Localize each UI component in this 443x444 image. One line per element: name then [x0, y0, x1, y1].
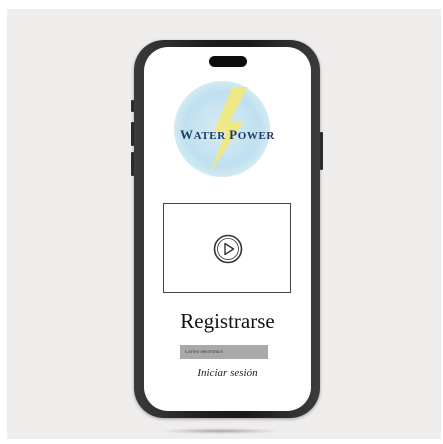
play-circle-icon[interactable]: [213, 234, 243, 264]
logo-text-ower: OWER: [237, 130, 275, 142]
logo-text: WATER POWER: [144, 127, 311, 143]
register-title: Registrarse: [180, 309, 275, 333]
phone-volume-up-button: [131, 122, 134, 146]
email-field[interactable]: [180, 345, 268, 359]
phone-power-button: [320, 132, 323, 170]
video-player[interactable]: [163, 203, 291, 293]
logo-text-w: W: [180, 127, 194, 142]
logo-text-p: P: [229, 127, 238, 142]
phone-action-button: [131, 100, 134, 112]
logo-text-ater: ATER: [193, 130, 226, 142]
phone-shadow: [160, 428, 280, 434]
login-link[interactable]: Iniciar sesión: [144, 367, 311, 379]
phone-volume-down-button: [131, 152, 134, 176]
dynamic-island: [209, 56, 247, 67]
